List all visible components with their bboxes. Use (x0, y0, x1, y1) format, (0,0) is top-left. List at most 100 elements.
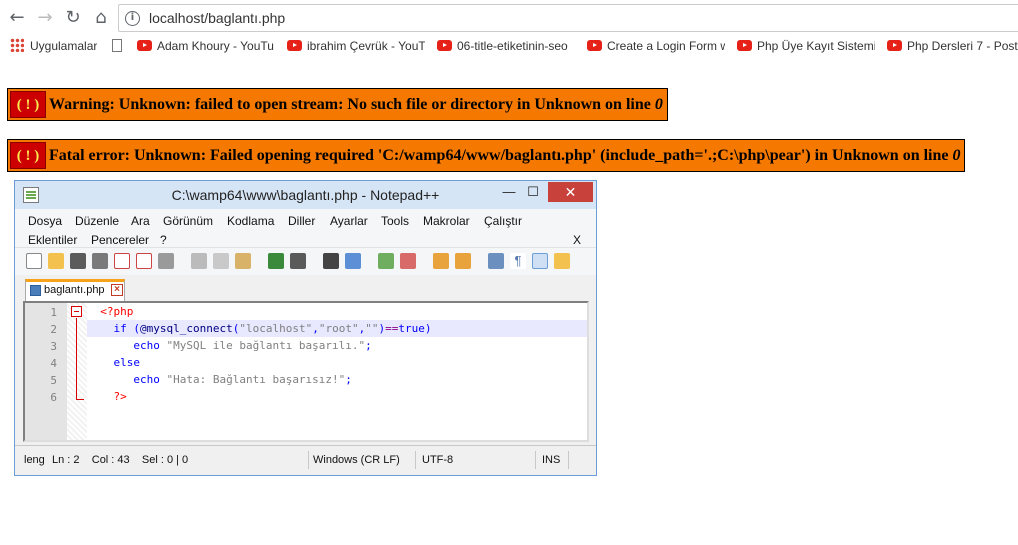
fold-minus-icon[interactable] (71, 306, 82, 317)
browser-toolbar: ← → ↻ ⌂ i localhost/baglantı.php (0, 0, 1018, 36)
close-button[interactable]: ✕ (548, 182, 593, 202)
indent-guide-icon[interactable] (532, 253, 548, 269)
copy-icon[interactable] (213, 253, 229, 269)
line-number: 6 (50, 391, 57, 404)
forward-arrow-icon[interactable]: → (34, 7, 56, 29)
menu-kodlama[interactable]: Kodlama (227, 214, 274, 228)
find-icon[interactable] (323, 253, 339, 269)
save-icon[interactable] (70, 253, 86, 269)
code-line-3: echo "MySQL ile bağlantı başarılı."; (133, 339, 372, 352)
notepad-toolbar: ¶ (15, 247, 596, 275)
tab-close-icon[interactable]: × (111, 284, 123, 296)
back-arrow-icon[interactable]: ← (6, 7, 28, 29)
notepad-window: C:\wamp64\www\baglantı.php - Notepad++ —… (14, 180, 597, 476)
menu-dosya[interactable]: Dosya (28, 214, 62, 228)
open-file-icon[interactable] (48, 253, 64, 269)
status-encoding: UTF-8 (422, 454, 454, 466)
menu-duzenle[interactable]: Düzenle (75, 214, 119, 228)
file-save-icon (30, 285, 41, 296)
maximize-button[interactable]: ☐ (521, 182, 545, 202)
bookmark-apps[interactable]: Uygulamalar (10, 38, 97, 54)
address-bar[interactable]: i localhost/baglantı.php (118, 4, 1018, 32)
notepad-titlebar: C:\wamp64\www\baglantı.php - Notepad++ —… (15, 181, 596, 209)
menu-tools[interactable]: Tools (381, 214, 409, 228)
home-icon[interactable]: ⌂ (90, 7, 112, 29)
fatal-error-text: Fatal error: Unknown: Failed opening req… (49, 147, 953, 164)
code-line-4: else (113, 356, 141, 369)
sync-horizontal-icon[interactable] (455, 253, 471, 269)
line-number: 1 (50, 306, 57, 319)
bookmark-title-etiketi[interactable]: 06-title-etiketinin-seo (437, 38, 575, 54)
line-number: 3 (50, 340, 57, 353)
reload-icon[interactable]: ↻ (62, 7, 84, 29)
status-separator (568, 451, 569, 469)
print-icon[interactable] (158, 253, 174, 269)
menu-ara[interactable]: Ara (131, 214, 150, 228)
status-mode: INS (542, 454, 561, 466)
close-all-icon[interactable] (136, 253, 152, 269)
bookmarks-bar: Uygulamalar Adam Khoury - YouTu ibrahim … (0, 36, 1018, 56)
sync-vertical-icon[interactable] (433, 253, 449, 269)
error-bang-icon: ( ! ) (10, 91, 46, 118)
fatal-error-box: ( ! ) Fatal error: Unknown: Failed openin… (7, 139, 966, 172)
menu-help[interactable]: ? (160, 233, 167, 247)
line-number: 2 (50, 323, 57, 336)
bookmark-php-dersleri[interactable]: Php Dersleri 7 - Post (887, 38, 1018, 54)
tab-baglanti-php[interactable]: baglantı.php × (25, 279, 125, 301)
menu-makrolar[interactable]: Makrolar (423, 214, 470, 228)
code-line-6: ?> (113, 390, 127, 403)
fold-margin (67, 303, 87, 440)
line-number: 5 (50, 374, 57, 387)
line-number-gutter: 1 2 3 4 5 6 (25, 303, 67, 440)
code-line-2: if (@mysql_connect("localhost","root",""… (87, 320, 587, 337)
menu-close-doc[interactable]: X (573, 233, 581, 247)
bookmark-adam-khoury[interactable]: Adam Khoury - YouTu (137, 38, 275, 54)
lang-format-icon[interactable] (554, 253, 570, 269)
undo-icon[interactable] (268, 253, 284, 269)
menu-eklentiler[interactable]: Eklentiler (28, 233, 77, 247)
apps-icon (10, 38, 24, 52)
menu-ayarlar[interactable]: Ayarlar (330, 214, 368, 228)
bookmark-page[interactable] (112, 38, 122, 54)
code-editor[interactable]: 1 2 3 4 5 6 <?php if (@mysql_connect("lo… (23, 301, 589, 442)
minimize-button[interactable]: — (497, 182, 521, 202)
line-number: 4 (50, 357, 57, 370)
error-bang-icon: ( ! ) (10, 142, 46, 169)
menu-pencereler[interactable]: Pencereler (91, 233, 149, 247)
zoom-out-icon[interactable] (400, 253, 416, 269)
url-text[interactable]: localhost/baglantı.php (149, 10, 285, 26)
show-all-chars-icon[interactable]: ¶ (510, 253, 526, 269)
close-file-icon[interactable] (114, 253, 130, 269)
fatal-error-line: 0 (952, 147, 961, 164)
menu-diller[interactable]: Diller (288, 214, 315, 228)
new-file-icon[interactable] (26, 253, 42, 269)
status-eol: Windows (CR LF) (313, 454, 400, 466)
fold-line (76, 318, 77, 399)
code-line-1: <?php (100, 305, 134, 318)
youtube-icon (587, 40, 602, 51)
youtube-icon (737, 40, 752, 51)
youtube-icon (137, 40, 152, 51)
status-separator (415, 451, 416, 469)
redo-icon[interactable] (290, 253, 306, 269)
fold-end (76, 399, 84, 400)
notepad-menubar: Dosya Düzenle Ara Görünüm Kodlama Diller… (15, 209, 596, 247)
bookmark-uye-kayit[interactable]: Php Üye Kayıt Sistemi (737, 38, 875, 54)
code-area[interactable]: <?php if (@mysql_connect("localhost","ro… (87, 303, 587, 440)
bookmark-login-form[interactable]: Create a Login Form w (587, 38, 725, 54)
menu-calistir[interactable]: Çalıştır (484, 214, 522, 228)
replace-icon[interactable] (345, 253, 361, 269)
youtube-icon (287, 40, 302, 51)
info-icon[interactable]: i (125, 11, 140, 26)
cut-icon[interactable] (191, 253, 207, 269)
status-separator (535, 451, 536, 469)
save-all-icon[interactable] (92, 253, 108, 269)
notepad-statusbar: leng Ln : 2 Col : 43 Sel : 0 | 0 Windows… (15, 445, 596, 475)
status-separator (308, 451, 309, 469)
zoom-in-icon[interactable] (378, 253, 394, 269)
bookmark-ibrahim-cevruk[interactable]: ibrahim Çevrük - YouT (287, 38, 425, 54)
menu-gorunum[interactable]: Görünüm (163, 214, 213, 228)
warning-line: 0 (654, 96, 663, 113)
paste-icon[interactable] (235, 253, 251, 269)
word-wrap-icon[interactable] (488, 253, 504, 269)
